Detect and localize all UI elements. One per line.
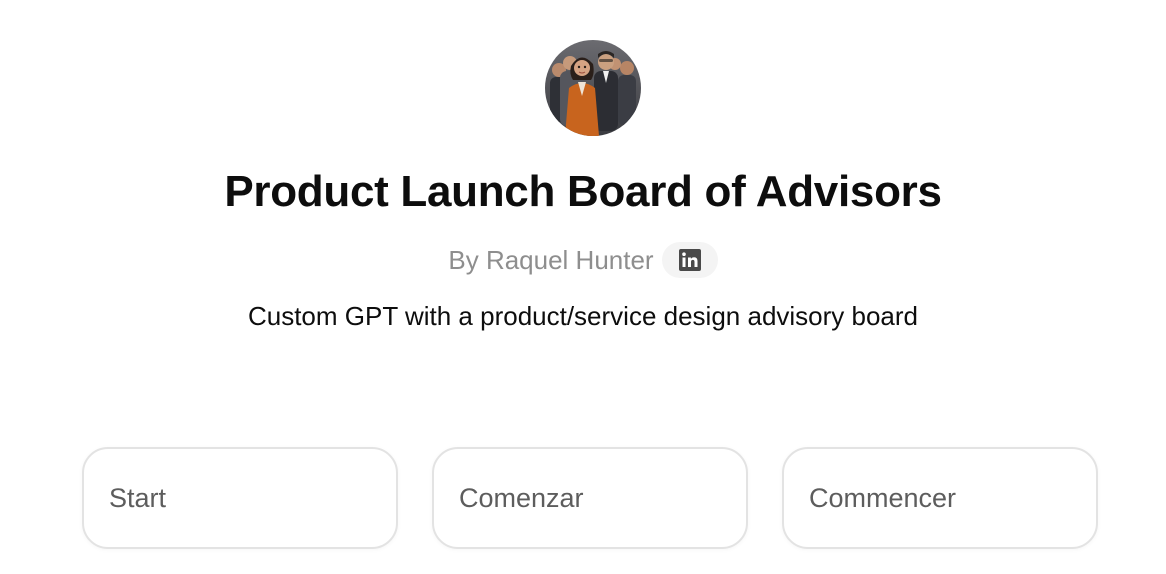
gpt-title: Product Launch Board of Advisors <box>224 167 942 216</box>
advisory-board-avatar-icon <box>545 40 641 136</box>
gpt-profile-page: Product Launch Board of Advisors By Raqu… <box>0 0 1166 574</box>
author-name: By Raquel Hunter <box>448 245 654 275</box>
gpt-avatar <box>545 40 641 136</box>
starter-button-commencer[interactable]: Commencer <box>782 447 1098 549</box>
gpt-description: Custom GPT with a product/service design… <box>247 301 919 331</box>
author-byline: By Raquel Hunter <box>0 240 1166 280</box>
conversation-starters: Start Comenzar Commencer <box>82 447 1098 549</box>
starter-button-comenzar[interactable]: Comenzar <box>432 447 748 549</box>
linkedin-link[interactable] <box>661 242 718 278</box>
linkedin-icon <box>678 249 701 271</box>
starter-button-start[interactable]: Start <box>82 447 398 549</box>
